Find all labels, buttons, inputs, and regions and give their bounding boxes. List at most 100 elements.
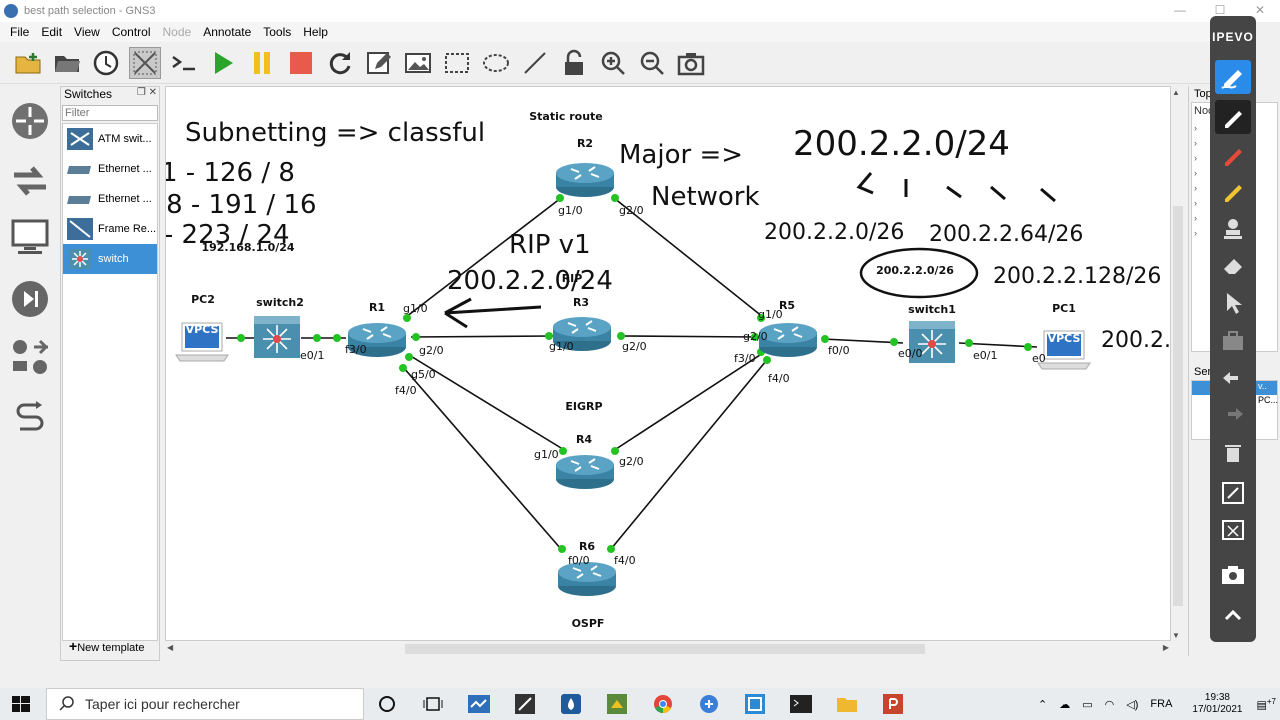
scroll-down-icon[interactable]: ▼ bbox=[1172, 631, 1180, 640]
network-icon[interactable]: ▭ bbox=[1082, 698, 1092, 711]
red-pen-icon[interactable] bbox=[1215, 138, 1251, 172]
menu-help[interactable]: Help bbox=[303, 25, 328, 39]
if-label: f0/0 bbox=[828, 344, 850, 357]
wifi-icon[interactable]: ◠ bbox=[1105, 698, 1115, 711]
language-indicator[interactable]: FRA bbox=[1150, 698, 1172, 710]
menu-view[interactable]: View bbox=[74, 25, 100, 39]
start-icon[interactable] bbox=[207, 47, 239, 79]
chevron-up-icon[interactable]: ⌃ bbox=[1038, 698, 1047, 711]
chrome-icon[interactable] bbox=[640, 688, 686, 720]
list-item-ethernet-switch[interactable]: Ethernet ... bbox=[63, 184, 157, 214]
list-item-ethernet-hub[interactable]: Ethernet ... bbox=[63, 154, 157, 184]
note-icon[interactable] bbox=[363, 47, 395, 79]
pc1-node[interactable]: VPCS bbox=[1037, 330, 1091, 370]
snap-icon[interactable] bbox=[129, 46, 161, 79]
save-annotation-icon[interactable] bbox=[1215, 476, 1251, 510]
volume-icon[interactable]: ◁) bbox=[1126, 698, 1138, 711]
pc2-node[interactable]: VPCS bbox=[175, 322, 229, 362]
line-icon[interactable] bbox=[519, 47, 551, 79]
task-view-icon[interactable] bbox=[410, 688, 456, 720]
screenshot-icon[interactable] bbox=[675, 47, 707, 79]
clock-icon[interactable] bbox=[90, 47, 122, 79]
topology-canvas[interactable]: VPCS VPCS R2 R1 R3 R5 R4 R6 PC2 switch2 … bbox=[165, 86, 1171, 641]
black-pen-icon[interactable] bbox=[1215, 100, 1251, 134]
highlighter-icon[interactable] bbox=[1215, 174, 1251, 208]
menu-file[interactable]: File bbox=[10, 25, 29, 39]
console-icon[interactable] bbox=[168, 47, 200, 79]
router-r2[interactable] bbox=[555, 162, 615, 198]
list-item-switch[interactable]: switch bbox=[63, 244, 157, 274]
image-icon[interactable] bbox=[402, 47, 434, 79]
rectangle-icon[interactable] bbox=[441, 47, 473, 79]
new-template-button[interactable]: +New template bbox=[69, 638, 144, 654]
list-item-atm-switch[interactable]: ATM swit... bbox=[63, 124, 157, 154]
open-project-icon[interactable] bbox=[12, 47, 44, 79]
redo-icon[interactable] bbox=[1215, 398, 1251, 432]
folder-icon[interactable] bbox=[51, 47, 83, 79]
canvas-horizontal-scrollbar[interactable]: ◀ ▶ bbox=[165, 642, 1171, 656]
switch2-node[interactable] bbox=[253, 315, 301, 359]
whiteboard-icon[interactable] bbox=[1215, 514, 1251, 548]
app-icon-5[interactable] bbox=[686, 688, 732, 720]
router-r6[interactable] bbox=[557, 561, 617, 597]
clock[interactable]: 19:38 17/01/2021 bbox=[1192, 692, 1242, 716]
stamp-icon[interactable] bbox=[1215, 212, 1251, 246]
menu-control[interactable]: Control bbox=[112, 25, 151, 39]
menu-tools[interactable]: Tools bbox=[263, 25, 291, 39]
zoom-out-icon[interactable] bbox=[636, 47, 668, 79]
cloud-icon[interactable]: ☁ bbox=[1059, 698, 1070, 711]
router-r4[interactable] bbox=[555, 454, 615, 490]
menu-node[interactable]: Node bbox=[163, 25, 192, 39]
file-explorer-icon[interactable] bbox=[824, 688, 870, 720]
pause-icon[interactable] bbox=[246, 47, 278, 79]
cortana-icon[interactable] bbox=[364, 688, 410, 720]
reload-icon[interactable] bbox=[324, 47, 356, 79]
switches-category-icon[interactable] bbox=[9, 160, 51, 202]
ellipse-icon[interactable] bbox=[480, 47, 512, 79]
vscroll-thumb[interactable] bbox=[1173, 206, 1183, 606]
hscroll-thumb[interactable] bbox=[405, 644, 925, 654]
menu-annotate[interactable]: Annotate bbox=[203, 25, 251, 39]
scroll-left-icon[interactable]: ◀ bbox=[167, 643, 173, 652]
hw-sub1: 200.2.2.0/26 bbox=[764, 220, 904, 245]
app-icon-6[interactable] bbox=[732, 688, 778, 720]
dock-float-button[interactable]: ❐ bbox=[137, 87, 146, 98]
collapse-up-icon[interactable] bbox=[1215, 598, 1251, 632]
taskbar-search-box[interactable]: Taper ici pour rechercher bbox=[46, 688, 364, 720]
scroll-right-icon[interactable]: ▶ bbox=[1163, 643, 1169, 652]
stop-icon[interactable] bbox=[285, 47, 317, 79]
security-devices-category-icon[interactable] bbox=[9, 278, 51, 320]
scroll-up-icon[interactable]: ▲ bbox=[1172, 88, 1180, 97]
powerpoint-icon[interactable] bbox=[870, 688, 916, 720]
lock-icon[interactable] bbox=[558, 47, 590, 79]
app-icon-4[interactable] bbox=[594, 688, 640, 720]
filter-input[interactable] bbox=[62, 105, 158, 121]
app-icon-1[interactable] bbox=[456, 688, 502, 720]
notification-icon[interactable]: ▤+7 bbox=[1256, 697, 1276, 712]
undo-icon[interactable] bbox=[1215, 362, 1251, 396]
pointer-icon[interactable] bbox=[1215, 286, 1251, 320]
whiteboard-pen-icon[interactable] bbox=[1215, 60, 1251, 94]
menu-edit[interactable]: Edit bbox=[41, 25, 62, 39]
app-icon-2[interactable] bbox=[502, 688, 548, 720]
eraser-icon[interactable] bbox=[1215, 248, 1251, 282]
routers-category-icon[interactable] bbox=[9, 100, 51, 142]
router-r5[interactable] bbox=[758, 322, 818, 358]
canvas-vertical-scrollbar[interactable]: ▲ ▼ bbox=[1171, 86, 1185, 642]
hw-class-b: 128 - 191 / 16 bbox=[166, 190, 317, 220]
terminal-icon[interactable] bbox=[778, 688, 824, 720]
hw-class-c: 192 - 223 / 24 bbox=[166, 220, 290, 250]
end-devices-category-icon[interactable] bbox=[9, 216, 51, 258]
windows-start-icon[interactable] bbox=[12, 696, 30, 715]
if-label: f3/0 bbox=[345, 343, 367, 356]
camera-icon[interactable] bbox=[1215, 558, 1251, 592]
zoom-in-icon[interactable] bbox=[597, 47, 629, 79]
toolbox-icon[interactable] bbox=[1215, 324, 1251, 358]
dock-close-button[interactable]: ✕ bbox=[149, 87, 157, 98]
minimize-button[interactable]: — bbox=[1160, 0, 1200, 22]
add-link-icon[interactable] bbox=[9, 396, 51, 438]
app-icon-3[interactable] bbox=[548, 688, 594, 720]
list-item-frame-relay[interactable]: Frame Re... bbox=[63, 214, 157, 244]
all-devices-category-icon[interactable] bbox=[9, 336, 51, 378]
trash-icon[interactable] bbox=[1215, 436, 1251, 470]
